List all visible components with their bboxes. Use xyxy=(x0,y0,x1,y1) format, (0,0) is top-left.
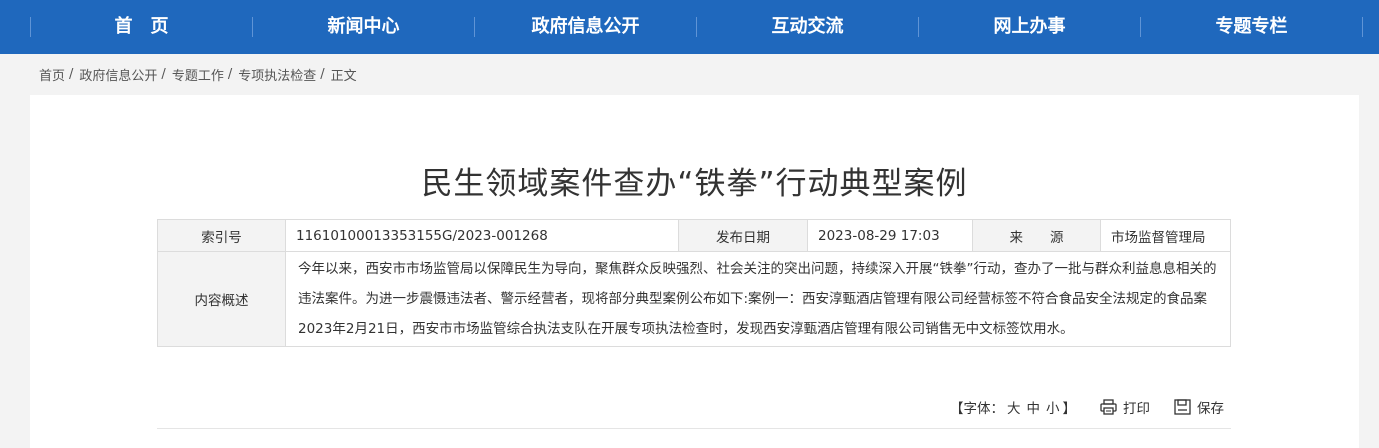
breadcrumb-home[interactable]: 首页 xyxy=(39,65,65,84)
nav-item-special-topics[interactable]: 专题专栏 xyxy=(1141,0,1362,54)
nav-divider xyxy=(1362,17,1363,37)
breadcrumb-gov-info[interactable]: 政府信息公开 xyxy=(79,65,157,84)
breadcrumb-separator: / xyxy=(69,66,74,82)
printer-icon xyxy=(1100,399,1117,415)
article-card: 民生领域案件查办“铁拳”行动典型案例 索引号 11610100013353155… xyxy=(30,95,1359,448)
meta-row: 索引号 11610100013353155G/2023-001268 发布日期 … xyxy=(157,219,1231,252)
index-label: 索引号 xyxy=(157,219,286,252)
breadcrumb-separator: / xyxy=(161,66,166,82)
save-icon xyxy=(1174,399,1191,415)
nav-item-home[interactable]: 首 页 xyxy=(31,0,252,54)
nav-item-online-service[interactable]: 网上办事 xyxy=(919,0,1140,54)
meta-row: 内容概述 今年以来，西安市市场监管局以保障民生为导向，聚焦群众反映强烈、社会关注… xyxy=(157,251,1231,347)
breadcrumb-special-work[interactable]: 专题工作 xyxy=(172,65,224,84)
font-size-suffix: 】 xyxy=(1062,401,1077,417)
article-title: 民生领域案件查办“铁拳”行动典型案例 xyxy=(421,166,968,202)
article-tools: 【字体：大中小】 打印 保存 xyxy=(950,397,1224,417)
font-size-medium[interactable]: 中 xyxy=(1027,401,1041,417)
index-value: 11610100013353155G/2023-001268 xyxy=(285,219,679,252)
nav-item-news[interactable]: 新闻中心 xyxy=(253,0,474,54)
date-value: 2023-08-29 17:03 xyxy=(807,219,973,252)
print-label: 打印 xyxy=(1123,401,1150,417)
font-size-prefix: 【字体： xyxy=(950,401,1004,417)
font-size-large[interactable]: 大 xyxy=(1007,401,1021,417)
date-label: 发布日期 xyxy=(678,219,808,252)
save-label: 保存 xyxy=(1197,401,1224,417)
content-divider xyxy=(157,428,1231,429)
breadcrumb-current: 正文 xyxy=(330,68,357,84)
summary-label: 内容概述 xyxy=(157,251,286,347)
article-meta-table: 索引号 11610100013353155G/2023-001268 发布日期 … xyxy=(157,219,1231,347)
font-size-small[interactable]: 小 xyxy=(1046,401,1060,417)
nav-item-gov-info[interactable]: 政府信息公开 xyxy=(475,0,696,54)
nav-item-interaction[interactable]: 互动交流 xyxy=(697,0,918,54)
font-size-switcher: 【字体：大中小】 xyxy=(950,397,1076,417)
breadcrumb-separator: / xyxy=(227,66,233,82)
breadcrumb: 首页 / 政府信息公开 / 专题工作 / 专项执法检查 / 正文 xyxy=(39,64,357,84)
source-value: 市场监督管理局 xyxy=(1100,219,1231,252)
save-button[interactable]: 保存 xyxy=(1174,397,1224,417)
print-button[interactable]: 打印 xyxy=(1100,397,1150,417)
breadcrumb-law-enforcement[interactable]: 专项执法检查 xyxy=(238,65,316,84)
source-label: 来 源 xyxy=(972,219,1101,252)
summary-value: 今年以来，西安市市场监管局以保障民生为导向，聚焦群众反映强烈、社会关注的突出问题… xyxy=(285,251,1231,347)
breadcrumb-separator: / xyxy=(320,66,325,82)
top-nav: 首 页 新闻中心 政府信息公开 互动交流 网上办事 专题专栏 xyxy=(0,0,1379,54)
